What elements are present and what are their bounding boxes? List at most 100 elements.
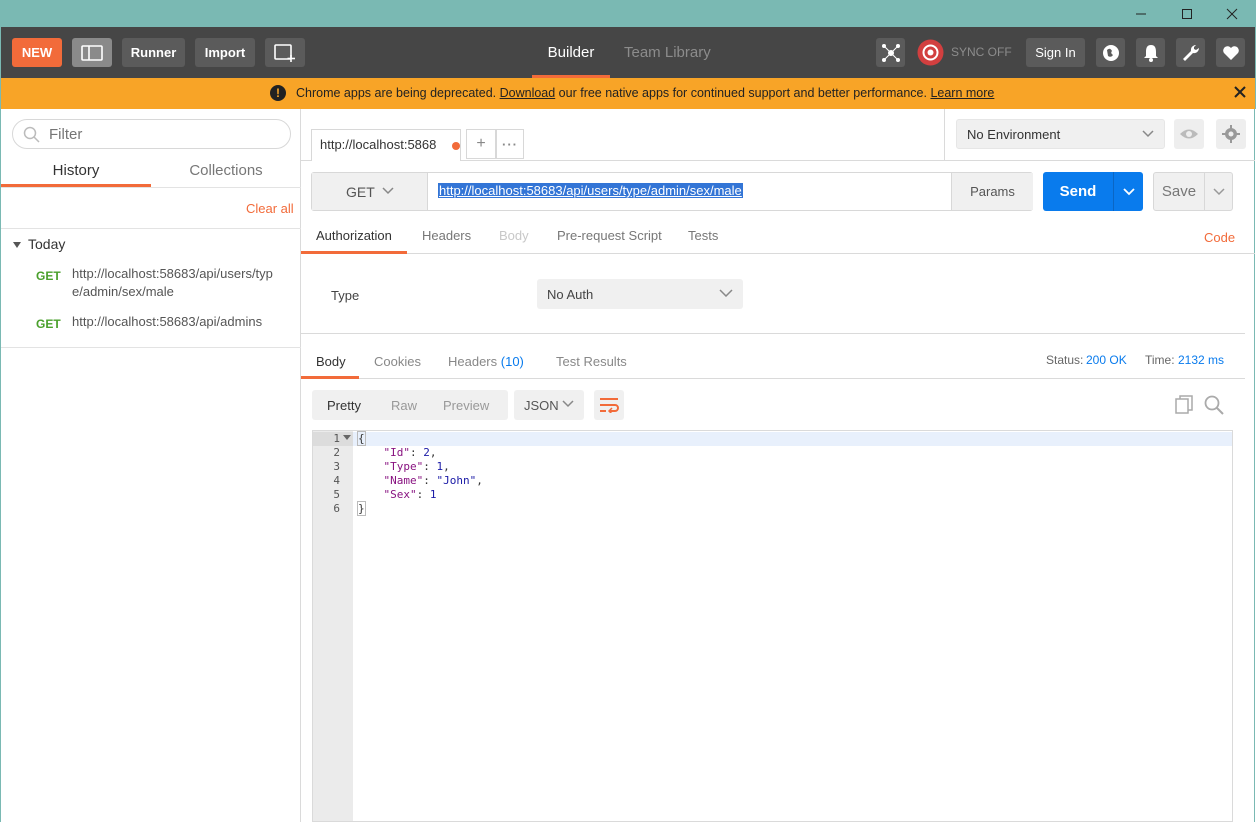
import-button[interactable]: Import xyxy=(195,38,255,67)
json-key: "Id" xyxy=(383,446,411,459)
wrench-icon[interactable] xyxy=(1176,38,1205,67)
more-tabs-button[interactable]: ··· xyxy=(496,129,524,159)
tab-response-cookies[interactable]: Cookies xyxy=(374,354,421,369)
divider xyxy=(1,187,301,188)
sidebar-toggle-button[interactable] xyxy=(72,38,112,67)
close-icon[interactable] xyxy=(1209,0,1255,27)
tab-test-results[interactable]: Test Results xyxy=(556,354,627,369)
view-pretty-button[interactable]: Pretty xyxy=(327,398,361,413)
history-item[interactable]: GET http://localhost:58683/api/admins xyxy=(1,312,301,336)
url-input[interactable]: http://localhost:58683/api/users/type/ad… xyxy=(438,183,743,198)
params-button[interactable]: Params xyxy=(951,173,1033,210)
heart-icon[interactable] xyxy=(1216,38,1245,67)
active-line-highlight xyxy=(313,432,1232,446)
sidebar-toggle-icon xyxy=(81,44,103,61)
new-window-button[interactable] xyxy=(265,38,305,67)
url-bar: GET http://localhost:58683/api/users/typ… xyxy=(311,172,1033,211)
tab-response-headers[interactable]: Headers (10) xyxy=(448,354,524,369)
wrap-lines-button[interactable] xyxy=(594,390,624,420)
code-line: "Name": "John", xyxy=(383,474,483,487)
tab-collections[interactable]: Collections xyxy=(151,154,301,187)
method-select[interactable]: GET xyxy=(312,173,428,210)
sidebar: History Collections Clear all Today GET … xyxy=(0,109,301,822)
authorization-pane: Type No Auth xyxy=(301,255,1245,334)
response-headers-count: (10) xyxy=(500,354,524,369)
interceptor-icon[interactable] xyxy=(876,38,905,67)
request-tab[interactable]: http://localhost:5868 xyxy=(311,129,461,161)
environment-select[interactable]: No Environment xyxy=(956,119,1165,149)
json-key: "Type" xyxy=(383,460,424,473)
clear-all-link[interactable]: Clear all xyxy=(246,201,294,216)
banner-text-after: our free native apps for continued suppo… xyxy=(555,86,931,100)
manage-environments-button[interactable] xyxy=(1216,119,1246,149)
tab-authorization[interactable]: Authorization xyxy=(316,228,392,243)
save-options-button[interactable] xyxy=(1204,173,1232,210)
bell-icon[interactable] xyxy=(1136,38,1165,67)
new-button[interactable]: NEW xyxy=(12,38,62,67)
send-button[interactable]: Send xyxy=(1043,172,1143,211)
line-number: 1 xyxy=(333,432,340,445)
save-button[interactable]: Save xyxy=(1153,172,1233,211)
add-tab-button[interactable]: + xyxy=(466,129,496,159)
generate-code-link[interactable]: Code xyxy=(1204,230,1235,245)
active-tab-indicator xyxy=(301,251,407,254)
runner-button[interactable]: Runner xyxy=(122,38,185,67)
learn-more-link[interactable]: Learn more xyxy=(930,86,994,100)
code-line: } xyxy=(357,501,366,516)
status-value: 200 OK xyxy=(1086,353,1127,367)
request-section-tabs: Authorization Headers Body Pre-request S… xyxy=(301,221,1255,254)
history-url: http://localhost:58683/api/admins xyxy=(72,314,263,329)
builder-main: http://localhost:5868 + ··· No Environme… xyxy=(301,109,1255,822)
minimize-icon[interactable] xyxy=(1118,0,1164,27)
auth-type-select[interactable]: No Auth xyxy=(537,279,743,309)
response-body-editor[interactable]: 1 { 2 "Id": 2, 3 "Type": 1, 4 "Name": "J… xyxy=(312,430,1233,822)
environment-quick-look-button[interactable] xyxy=(1174,119,1204,149)
sync-icon[interactable] xyxy=(916,38,945,67)
json-trail: , xyxy=(429,446,437,459)
send-options-button[interactable] xyxy=(1113,172,1143,211)
format-select[interactable]: JSON xyxy=(514,390,584,420)
line-number: 3 xyxy=(333,460,340,473)
tab-builder[interactable]: Builder xyxy=(532,27,610,78)
divider xyxy=(1,228,301,229)
json-value: 2 xyxy=(423,446,430,459)
tab-team-library[interactable]: Team Library xyxy=(624,27,711,78)
status-label: Status: xyxy=(1046,353,1084,367)
json-value: 1 xyxy=(429,488,437,501)
method-value: GET xyxy=(346,184,375,200)
search-icon[interactable] xyxy=(1204,395,1224,418)
sign-in-button[interactable]: Sign In xyxy=(1026,38,1085,67)
filter-box[interactable] xyxy=(12,119,291,149)
filter-input[interactable] xyxy=(49,126,279,143)
request-tab-title: http://localhost:5868 xyxy=(320,137,437,152)
view-raw-button[interactable]: Raw xyxy=(391,398,417,413)
fold-caret-icon[interactable] xyxy=(343,435,351,441)
tab-tests[interactable]: Tests xyxy=(688,228,718,243)
search-icon xyxy=(23,126,41,147)
json-key: "Sex" xyxy=(383,488,417,501)
line-number: 5 xyxy=(333,488,340,501)
banner-close-icon[interactable] xyxy=(1233,85,1247,102)
history-group-today[interactable]: Today xyxy=(12,236,65,252)
deprecation-banner: ! Chrome apps are being deprecated. Down… xyxy=(0,78,1256,109)
tab-pre-request-script[interactable]: Pre-request Script xyxy=(557,228,662,243)
active-tab-indicator xyxy=(301,376,359,379)
tab-history[interactable]: History xyxy=(1,154,151,187)
environment-area: No Environment xyxy=(944,109,1255,161)
auth-type-label: Type xyxy=(331,288,360,303)
copy-icon[interactable] xyxy=(1175,395,1195,418)
chevron-down-icon xyxy=(1122,187,1135,195)
maximize-icon[interactable] xyxy=(1164,0,1210,27)
code-brace-open: { xyxy=(357,431,366,446)
code-line: "Id": 2, xyxy=(383,446,437,459)
tab-headers[interactable]: Headers xyxy=(422,228,471,243)
tab-response-body[interactable]: Body xyxy=(316,354,346,369)
code-line: "Sex": 1 xyxy=(383,488,437,501)
line-number: 6 xyxy=(333,502,340,515)
send-label: Send xyxy=(1059,183,1097,200)
download-link[interactable]: Download xyxy=(500,86,556,100)
view-preview-button[interactable]: Preview xyxy=(443,398,489,413)
tab-body[interactable]: Body xyxy=(499,228,529,243)
globe-icon[interactable] xyxy=(1096,38,1125,67)
history-item[interactable]: GET http://localhost:58683/api/users/typ… xyxy=(1,264,301,304)
